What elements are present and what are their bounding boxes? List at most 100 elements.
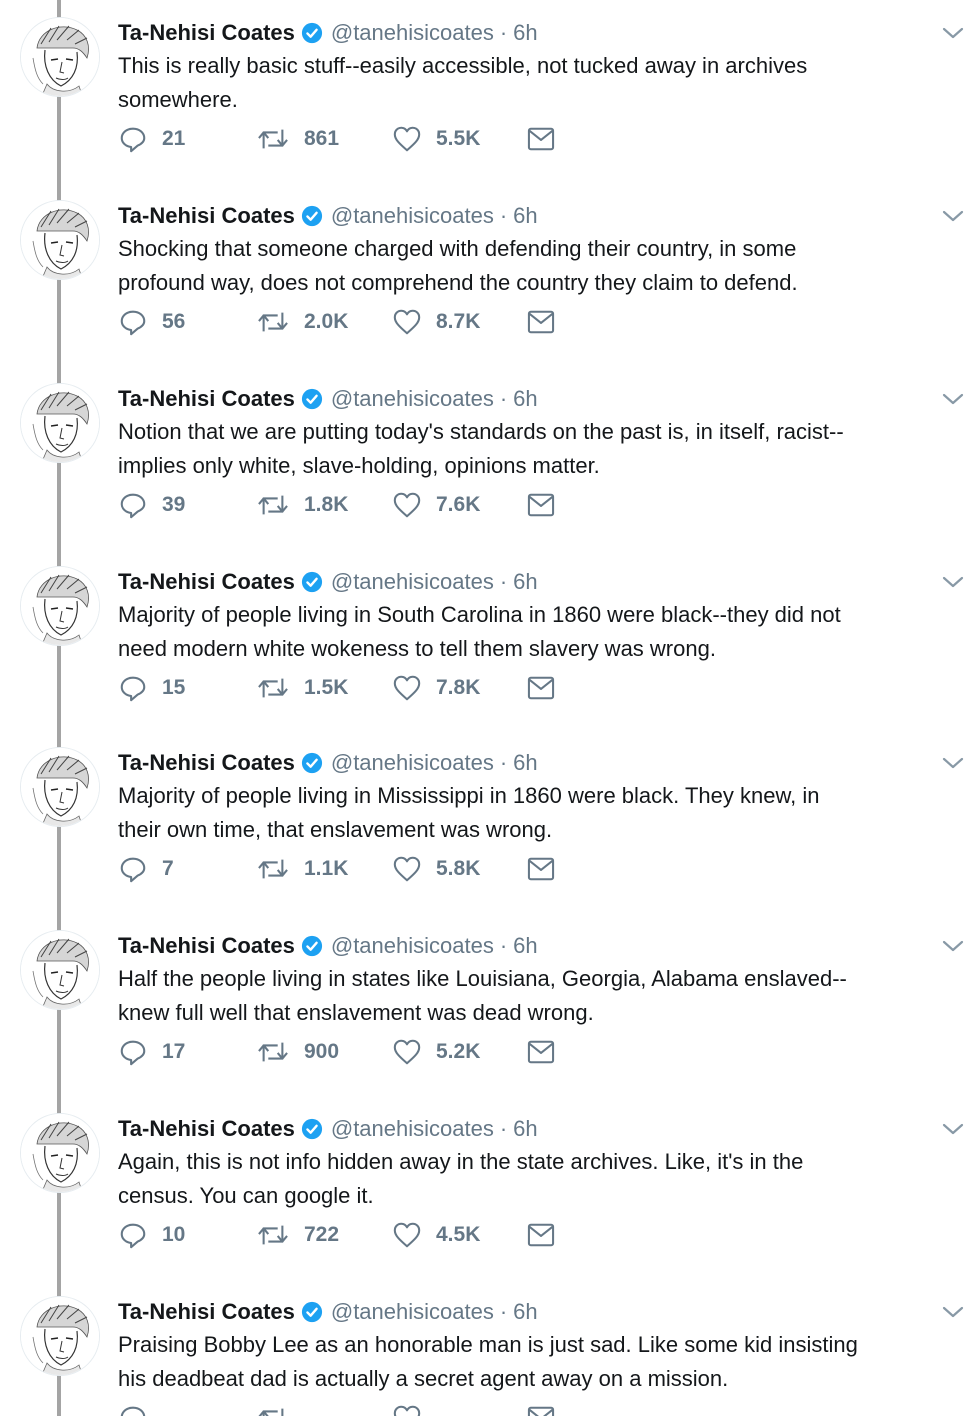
chevron-down-icon[interactable]	[941, 1120, 965, 1138]
like-button[interactable]	[392, 1403, 436, 1416]
retweet-button[interactable]: 2.0K	[256, 307, 348, 337]
chevron-down-icon[interactable]	[941, 573, 965, 591]
reply-button[interactable]: 7	[118, 854, 174, 884]
avatar[interactable]	[20, 1296, 100, 1376]
chevron-down-icon[interactable]	[941, 207, 965, 225]
tweet[interactable]: Ta-Nehisi Coates @tanehisicoates · 6h Ag…	[0, 1096, 980, 1279]
like-button[interactable]: 5.8K	[392, 854, 480, 884]
like-button[interactable]: 7.8K	[392, 673, 480, 703]
author-name[interactable]: Ta-Nehisi Coates	[118, 933, 295, 959]
like-button[interactable]: 8.7K	[392, 307, 480, 337]
direct-message-button[interactable]	[526, 675, 556, 701]
envelope-icon	[526, 1222, 556, 1248]
avatar[interactable]	[20, 200, 100, 280]
tweet[interactable]: Ta-Nehisi Coates @tanehisicoates · 6h Ma…	[0, 730, 980, 913]
avatar[interactable]	[20, 930, 100, 1010]
direct-message-button[interactable]	[526, 1405, 556, 1416]
direct-message-button[interactable]	[526, 126, 556, 152]
author-name[interactable]: Ta-Nehisi Coates	[118, 203, 295, 229]
retweet-button[interactable]: 900	[256, 1037, 339, 1067]
direct-message-button[interactable]	[526, 309, 556, 335]
avatar[interactable]	[20, 17, 100, 97]
reply-button[interactable]	[118, 1403, 162, 1416]
avatar[interactable]	[20, 747, 100, 827]
tweet[interactable]: Ta-Nehisi Coates @tanehisicoates · 6h Sh…	[0, 183, 980, 366]
tweet-timestamp[interactable]: 6h	[513, 20, 537, 46]
tweet[interactable]: Ta-Nehisi Coates @tanehisicoates · 6h Th…	[0, 0, 980, 183]
tweet[interactable]: Ta-Nehisi Coates @tanehisicoates · 6h Pr…	[0, 1279, 980, 1416]
heart-icon	[392, 854, 422, 884]
direct-message-button[interactable]	[526, 856, 556, 882]
tweet-text: Notion that we are putting today's stand…	[118, 415, 918, 483]
tweet-text: Shocking that someone charged with defen…	[118, 232, 918, 300]
retweet-button[interactable]: 722	[256, 1220, 339, 1250]
author-name[interactable]: Ta-Nehisi Coates	[118, 1116, 295, 1142]
chevron-down-icon[interactable]	[941, 754, 965, 772]
reply-button[interactable]: 17	[118, 1037, 185, 1067]
tweet-header: Ta-Nehisi Coates @tanehisicoates · 6h	[118, 1297, 538, 1327]
heart-icon	[392, 1220, 422, 1250]
verified-badge-icon	[301, 571, 323, 593]
avatar[interactable]	[20, 1113, 100, 1193]
direct-message-button[interactable]	[526, 1222, 556, 1248]
tweet-text-line: need modern white wokeness to tell them …	[118, 636, 716, 661]
author-name[interactable]: Ta-Nehisi Coates	[118, 569, 295, 595]
tweet-text-line: Again, this is not info hidden away in t…	[118, 1149, 804, 1174]
author-handle[interactable]: @tanehisicoates	[331, 569, 494, 595]
direct-message-button[interactable]	[526, 1039, 556, 1065]
like-count: 8.7K	[436, 310, 481, 333]
reply-button[interactable]: 15	[118, 673, 185, 703]
author-name[interactable]: Ta-Nehisi Coates	[118, 750, 295, 776]
tweet-timestamp[interactable]: 6h	[513, 1299, 537, 1325]
retweet-button[interactable]: 1.8K	[256, 490, 348, 520]
envelope-icon	[526, 1039, 556, 1065]
tweet-timestamp[interactable]: 6h	[513, 569, 537, 595]
tweet-timestamp[interactable]: 6h	[513, 203, 537, 229]
direct-message-button[interactable]	[526, 492, 556, 518]
tweet-timestamp[interactable]: 6h	[513, 933, 537, 959]
chevron-down-icon[interactable]	[941, 1303, 965, 1321]
like-button[interactable]: 4.5K	[392, 1220, 480, 1250]
tweet-header: Ta-Nehisi Coates @tanehisicoates · 6h	[118, 567, 538, 597]
tweet-header: Ta-Nehisi Coates @tanehisicoates · 6h	[118, 18, 538, 48]
chevron-down-icon[interactable]	[941, 937, 965, 955]
author-handle[interactable]: @tanehisicoates	[331, 1299, 494, 1325]
tweet-header: Ta-Nehisi Coates @tanehisicoates · 6h	[118, 748, 538, 778]
reply-count: 15	[162, 676, 186, 699]
retweet-button[interactable]: 861	[256, 124, 339, 154]
reply-button[interactable]: 10	[118, 1220, 185, 1250]
separator-dot: ·	[499, 933, 508, 958]
author-handle[interactable]: @tanehisicoates	[331, 20, 494, 46]
reply-button[interactable]: 56	[118, 307, 185, 337]
tweet[interactable]: Ta-Nehisi Coates @tanehisicoates · 6h Ma…	[0, 549, 980, 732]
author-name[interactable]: Ta-Nehisi Coates	[118, 1299, 295, 1325]
reply-button[interactable]: 39	[118, 490, 185, 520]
tweet[interactable]: Ta-Nehisi Coates @tanehisicoates · 6h Ha…	[0, 913, 980, 1096]
chevron-down-icon[interactable]	[941, 24, 965, 42]
tweet[interactable]: Ta-Nehisi Coates @tanehisicoates · 6h No…	[0, 366, 980, 549]
author-name[interactable]: Ta-Nehisi Coates	[118, 386, 295, 412]
like-button[interactable]: 7.6K	[392, 490, 480, 520]
author-handle[interactable]: @tanehisicoates	[331, 386, 494, 412]
author-handle[interactable]: @tanehisicoates	[331, 1116, 494, 1142]
avatar[interactable]	[20, 383, 100, 463]
chevron-down-icon[interactable]	[941, 390, 965, 408]
tweet-timestamp[interactable]: 6h	[513, 750, 537, 776]
avatar[interactable]	[20, 566, 100, 646]
retweet-icon	[256, 490, 290, 520]
like-button[interactable]: 5.5K	[392, 124, 480, 154]
author-handle[interactable]: @tanehisicoates	[331, 203, 494, 229]
separator-dot: ·	[499, 569, 508, 594]
author-handle[interactable]: @tanehisicoates	[331, 750, 494, 776]
tweet-text: Again, this is not info hidden away in t…	[118, 1145, 918, 1213]
retweet-button[interactable]: 1.1K	[256, 854, 348, 884]
tweet-timestamp[interactable]: 6h	[513, 386, 537, 412]
tweet-text-line: his deadbeat dad is actually a secret ag…	[118, 1366, 729, 1391]
retweet-button[interactable]: 1.5K	[256, 673, 348, 703]
author-handle[interactable]: @tanehisicoates	[331, 933, 494, 959]
retweet-button[interactable]	[256, 1403, 304, 1416]
author-name[interactable]: Ta-Nehisi Coates	[118, 20, 295, 46]
like-button[interactable]: 5.2K	[392, 1037, 480, 1067]
reply-button[interactable]: 21	[118, 124, 185, 154]
tweet-timestamp[interactable]: 6h	[513, 1116, 537, 1142]
